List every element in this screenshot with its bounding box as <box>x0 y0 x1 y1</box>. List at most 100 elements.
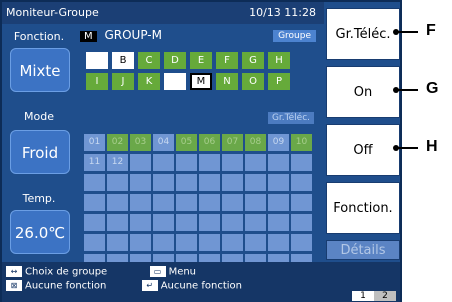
group-letter-cell[interactable] <box>164 73 186 90</box>
unit-cell[interactable] <box>176 194 197 211</box>
unit-cell[interactable]: 08 <box>245 134 266 151</box>
unit-cell[interactable] <box>130 234 151 251</box>
unit-cell[interactable] <box>107 234 128 251</box>
unit-cell[interactable] <box>199 174 220 191</box>
unit-cell[interactable] <box>268 194 289 211</box>
unit-cell[interactable] <box>84 194 105 211</box>
group-letter-cell[interactable]: P <box>268 73 290 90</box>
off-button[interactable]: Off <box>326 124 400 176</box>
unit-cell[interactable] <box>222 234 243 251</box>
unit-cell[interactable] <box>176 214 197 231</box>
unit-cell[interactable] <box>176 234 197 251</box>
callout-label-f: F <box>426 22 436 39</box>
group-letter-cell[interactable]: K <box>138 73 160 90</box>
unit-cell[interactable] <box>291 174 312 191</box>
unit-cell[interactable]: 10 <box>291 134 312 151</box>
unit-cell[interactable] <box>291 234 312 251</box>
unit-cell[interactable] <box>222 154 243 171</box>
unit-cell[interactable] <box>130 194 151 211</box>
unit-cell[interactable] <box>199 154 220 171</box>
unit-cell[interactable] <box>153 154 174 171</box>
unit-cell[interactable] <box>153 174 174 191</box>
gr-telec-button[interactable]: Gr.Téléc. <box>326 8 400 60</box>
side-button-column: Gr.Téléc. On Off Fonction. Détails <box>324 2 402 260</box>
group-letter-cell[interactable]: I <box>86 73 108 90</box>
group-letter-cell[interactable]: O <box>242 73 264 90</box>
temp-value-button[interactable]: 26.0℃ <box>10 210 70 254</box>
unit-cell[interactable] <box>84 174 105 191</box>
unit-cell[interactable]: 05 <box>176 134 197 151</box>
group-letter-cell[interactable]: C <box>138 52 160 69</box>
unit-cell[interactable] <box>153 194 174 211</box>
unit-cell[interactable] <box>222 214 243 231</box>
page-2[interactable]: 2 <box>374 291 396 301</box>
unit-cell[interactable] <box>176 154 197 171</box>
unit-cell[interactable] <box>245 214 266 231</box>
unit-cell[interactable] <box>245 154 266 171</box>
unit-cell[interactable] <box>199 234 220 251</box>
unit-cell[interactable] <box>245 174 266 191</box>
group-letter-cell[interactable]: G <box>242 52 264 69</box>
unit-cell[interactable] <box>153 234 174 251</box>
unit-cell[interactable] <box>107 194 128 211</box>
unit-cell[interactable]: 11 <box>84 154 105 171</box>
unit-cell[interactable] <box>153 214 174 231</box>
unit-cell[interactable] <box>199 214 220 231</box>
unit-cell[interactable] <box>268 234 289 251</box>
unit-cell[interactable] <box>291 214 312 231</box>
unit-cell[interactable] <box>268 154 289 171</box>
unit-cell[interactable] <box>199 194 220 211</box>
unit-cell[interactable] <box>84 234 105 251</box>
unit-cell[interactable] <box>245 234 266 251</box>
group-letter-cell[interactable]: M <box>190 73 212 90</box>
group-letter-cell[interactable]: D <box>164 52 186 69</box>
unit-cell[interactable] <box>130 214 151 231</box>
unit-cell[interactable] <box>291 154 312 171</box>
details-button[interactable]: Détails <box>326 240 400 260</box>
group-letter-cell[interactable] <box>86 52 108 69</box>
fonction-value-button[interactable]: Mixte <box>10 48 70 92</box>
unit-cell[interactable]: 07 <box>222 134 243 151</box>
fonction-button[interactable]: Fonction. <box>326 182 400 234</box>
screen-title: Moniteur-Groupe <box>6 6 99 19</box>
unit-cell[interactable] <box>107 214 128 231</box>
group-letter-cell[interactable]: H <box>268 52 290 69</box>
page-indicator: 12 <box>352 291 396 301</box>
unit-cell[interactable]: 06 <box>199 134 220 151</box>
on-button[interactable]: On <box>326 66 400 118</box>
callout-dot-g <box>393 87 399 93</box>
unit-cell[interactable] <box>268 214 289 231</box>
groupe-button[interactable]: Groupe <box>273 30 316 42</box>
mode-value-button[interactable]: Froid <box>10 130 70 174</box>
help-row-2: ⊠ Aucune fonction ↵ Aucune fonction <box>6 280 242 292</box>
unit-cell[interactable]: 09 <box>268 134 289 151</box>
unit-cell[interactable]: 04 <box>153 134 174 151</box>
unit-cell[interactable] <box>84 214 105 231</box>
callout-dot-f <box>393 29 399 35</box>
rc-group-label: Gr.Téléc. <box>267 112 314 124</box>
help-text-group-select: Choix de groupe <box>25 266 108 278</box>
group-letter-cell[interactable]: J <box>112 73 134 90</box>
unit-cell[interactable] <box>222 174 243 191</box>
unit-cell[interactable]: 02 <box>107 134 128 151</box>
unit-cell[interactable] <box>268 174 289 191</box>
page-1[interactable]: 1 <box>352 291 374 301</box>
unit-cell[interactable] <box>291 194 312 211</box>
unit-cell[interactable]: 03 <box>130 134 151 151</box>
unit-cell[interactable]: 01 <box>84 134 105 151</box>
group-letter-cell[interactable]: B <box>112 52 134 69</box>
callout-line-h <box>396 147 418 149</box>
unit-cell[interactable]: 12 <box>107 154 128 171</box>
unit-cell[interactable] <box>107 174 128 191</box>
unit-cell[interactable] <box>130 174 151 191</box>
unit-cell[interactable] <box>245 194 266 211</box>
mode-label: Mode <box>24 110 54 123</box>
group-letter-cell[interactable]: E <box>190 52 212 69</box>
group-letter-cell[interactable]: N <box>216 73 238 90</box>
unit-cell[interactable] <box>222 194 243 211</box>
unit-cell[interactable] <box>176 174 197 191</box>
arrows-icon: ↔ <box>6 266 22 277</box>
group-letter-cell[interactable]: F <box>216 52 238 69</box>
group-grid-area: M GROUP-M Groupe BCDEFGHIJKMNOP Gr.Téléc… <box>76 24 322 271</box>
unit-cell[interactable] <box>130 154 151 171</box>
